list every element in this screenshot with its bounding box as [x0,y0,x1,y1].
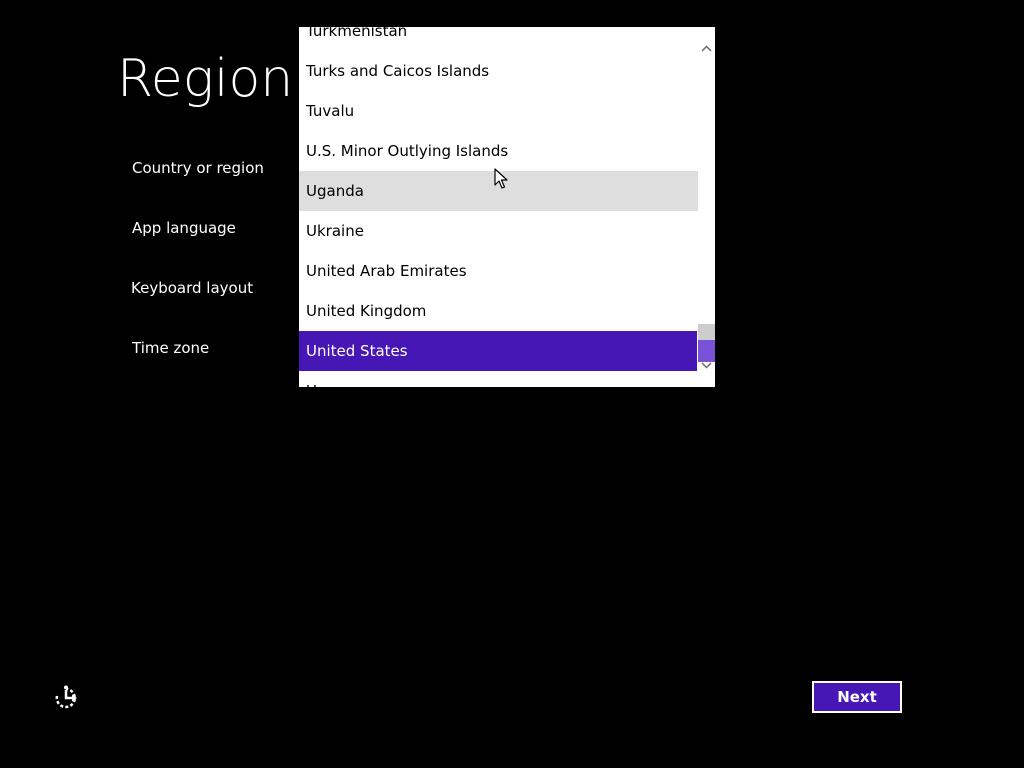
chevron-down-icon[interactable] [698,357,715,374]
ease-of-access-icon[interactable] [52,684,80,712]
country-option[interactable]: United Kingdom [299,291,697,331]
time-zone-label: Time zone [132,339,210,357]
region-setup-page: Region Country or region App language Ke… [0,0,1024,768]
app-language-label: App language [132,219,236,237]
country-option[interactable]: Turks and Caicos Islands [299,51,697,91]
country-option[interactable]: United Arab Emirates [299,251,697,291]
keyboard-layout-label: Keyboard layout [131,279,254,297]
country-options: Turkmenistan Turks and Caicos Islands Tu… [299,27,715,387]
mouse-pointer-icon [494,168,508,190]
next-button[interactable]: Next [812,681,902,713]
country-dropdown-list[interactable]: Turkmenistan Turks and Caicos Islands Tu… [299,27,715,387]
country-option[interactable]: Ukraine [299,211,697,251]
chevron-up-icon[interactable] [698,40,715,57]
country-or-region-label: Country or region [132,159,264,177]
country-option[interactable]: Turkmenistan [299,27,697,51]
dropdown-scrollbar[interactable] [698,27,715,387]
country-option[interactable]: Uruguay [299,371,697,387]
country-option-selected[interactable]: United States [299,331,697,371]
country-option[interactable]: Tuvalu [299,91,697,131]
country-option[interactable]: U.S. Minor Outlying Islands [299,131,697,171]
page-title: Region [117,49,294,109]
